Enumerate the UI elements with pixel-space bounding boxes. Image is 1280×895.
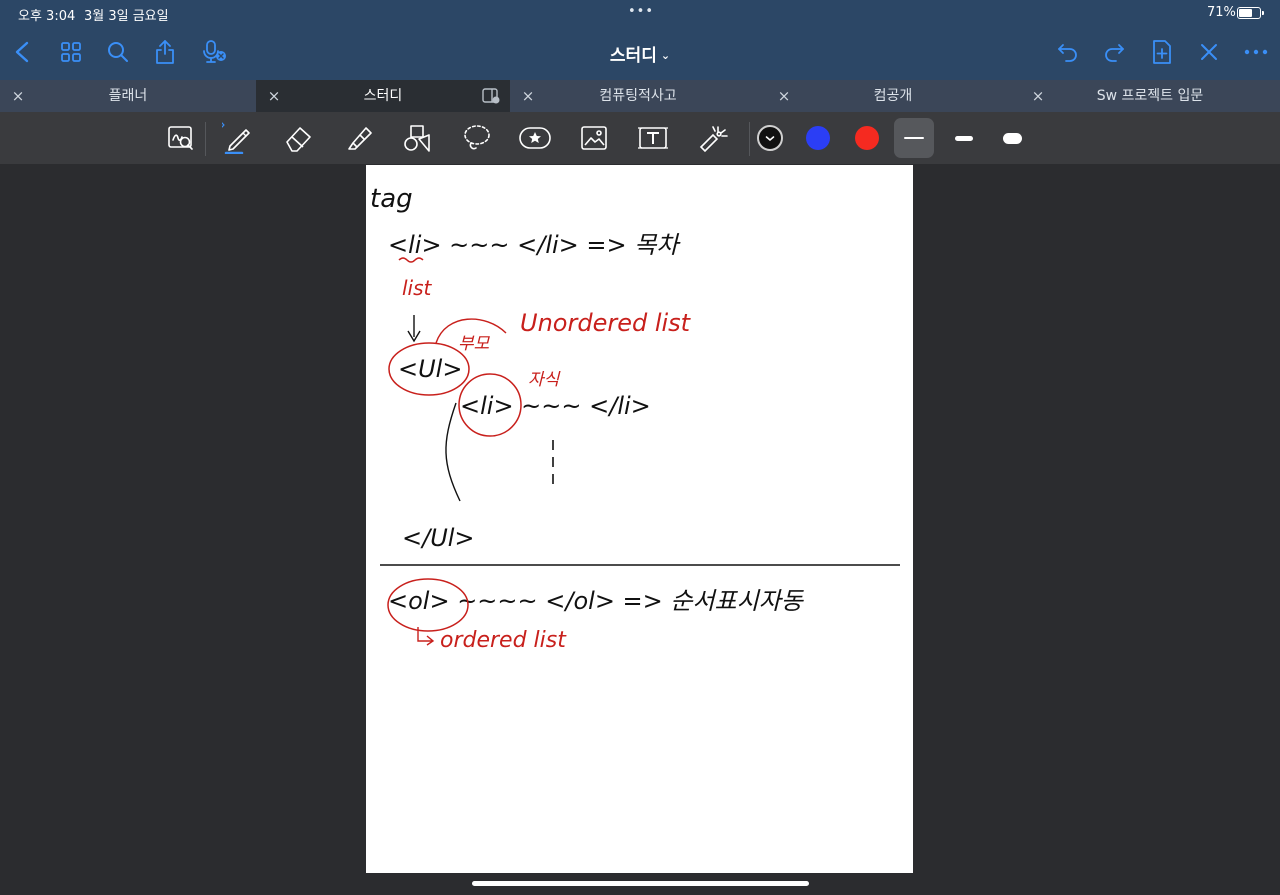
- tab-label: Sw 프로젝트 입문: [1096, 88, 1204, 104]
- ink-line: ordered list: [440, 628, 567, 653]
- add-page-icon[interactable]: [1148, 38, 1176, 66]
- tab-study[interactable]: × 스터디: [256, 80, 510, 112]
- tab-cs-intro[interactable]: × 컴공개: [766, 80, 1020, 112]
- tab-planner[interactable]: × 플래너: [0, 80, 256, 112]
- chevron-down-icon: ⌄: [660, 49, 671, 62]
- close-x-icon[interactable]: [1195, 38, 1223, 66]
- thickness-thick[interactable]: [992, 118, 1032, 158]
- color-swatch-black[interactable]: [757, 125, 783, 151]
- document-title-text: 스터디: [609, 46, 657, 66]
- ink-line: <ol> ~~~~ </ol> => 순서표시자동: [388, 587, 805, 615]
- pen-icon[interactable]: [222, 122, 256, 154]
- laser-pointer-icon[interactable]: [695, 122, 729, 154]
- tab-label: 스터디: [363, 88, 403, 104]
- tab-bar: × 플래너 × 스터디 × 컴퓨팅적사고 × 컴공개 × Sw 프로젝트 입문: [0, 80, 1280, 112]
- thickness-medium[interactable]: [944, 118, 984, 158]
- ink-line: list: [402, 276, 433, 300]
- status-time: 오후 3:04: [18, 9, 76, 24]
- color-swatch-blue[interactable]: [806, 126, 830, 150]
- tab-sw-project[interactable]: × Sw 프로젝트 입문: [1020, 80, 1280, 112]
- split-view-icon[interactable]: [482, 88, 500, 104]
- status-date: 3월 3일 금요일: [84, 9, 169, 24]
- toolbar-divider: [749, 122, 750, 156]
- ink-line: <Ul>: [398, 355, 462, 383]
- close-tab-icon[interactable]: ×: [10, 80, 26, 112]
- image-icon[interactable]: [577, 122, 611, 154]
- tool-bar: [0, 112, 1280, 164]
- chevron-down-icon: [765, 136, 775, 142]
- ink-line: 자식: [528, 370, 561, 390]
- note-page[interactable]: tag <li> ~~~ </li> => 목차 list Unordered …: [366, 165, 913, 873]
- tab-label: 컴공개: [873, 88, 913, 104]
- ink-line: <li> ~~~ </li>: [460, 392, 651, 420]
- more-icon[interactable]: [1242, 38, 1270, 66]
- status-bar: 오후 3:04 3월 3일 금요일 ••• 71%: [0, 0, 1280, 26]
- undo-icon[interactable]: [1054, 38, 1082, 66]
- ink-line: 부모: [458, 334, 491, 354]
- ink-line: Unordered list: [520, 309, 692, 337]
- ink-line: <li> ~~~ </li> => 목차: [388, 231, 681, 259]
- close-tab-icon[interactable]: ×: [520, 80, 536, 112]
- color-swatch-red[interactable]: [855, 126, 879, 150]
- close-tab-icon[interactable]: ×: [266, 80, 282, 112]
- close-tab-icon[interactable]: ×: [1030, 80, 1046, 112]
- medium-line-icon: [955, 135, 973, 141]
- sticker-icon[interactable]: [518, 122, 552, 154]
- thin-line-icon: [904, 137, 924, 139]
- redo-icon[interactable]: [1100, 38, 1128, 66]
- thick-line-icon: [1002, 132, 1022, 144]
- tab-label: 컴퓨팅적사고: [599, 88, 677, 104]
- lasso-icon[interactable]: [460, 122, 494, 154]
- battery-percent: 71%: [1207, 5, 1236, 20]
- tab-label: 플래너: [108, 88, 148, 104]
- app-window: 오후 3:04 3월 3일 금요일 ••• 71% 스터디 ⌄ × 플래너 × …: [0, 0, 1280, 895]
- ink-line: </Ul>: [402, 524, 475, 552]
- ink-line: tag: [370, 184, 413, 214]
- tab-computational-thinking[interactable]: × 컴퓨팅적사고: [510, 80, 766, 112]
- text-box-icon[interactable]: [636, 122, 670, 154]
- thickness-thin[interactable]: [894, 118, 934, 158]
- zoom-window-icon[interactable]: [164, 122, 198, 154]
- battery-icon: [1237, 7, 1264, 19]
- shapes-icon[interactable]: [400, 122, 434, 154]
- close-tab-icon[interactable]: ×: [776, 80, 792, 112]
- top-bar: 오후 3:04 3월 3일 금요일 ••• 71% 스터디 ⌄: [0, 0, 1280, 80]
- home-indicator[interactable]: [472, 881, 809, 886]
- multitasking-dots[interactable]: •••: [628, 4, 654, 19]
- highlighter-icon[interactable]: [342, 122, 376, 154]
- toolbar-divider: [205, 122, 206, 156]
- eraser-icon[interactable]: [282, 122, 316, 154]
- handwritten-ink: tag <li> ~~~ </li> => 목차 list Unordered …: [370, 184, 900, 653]
- document-title[interactable]: 스터디 ⌄: [0, 41, 1280, 66]
